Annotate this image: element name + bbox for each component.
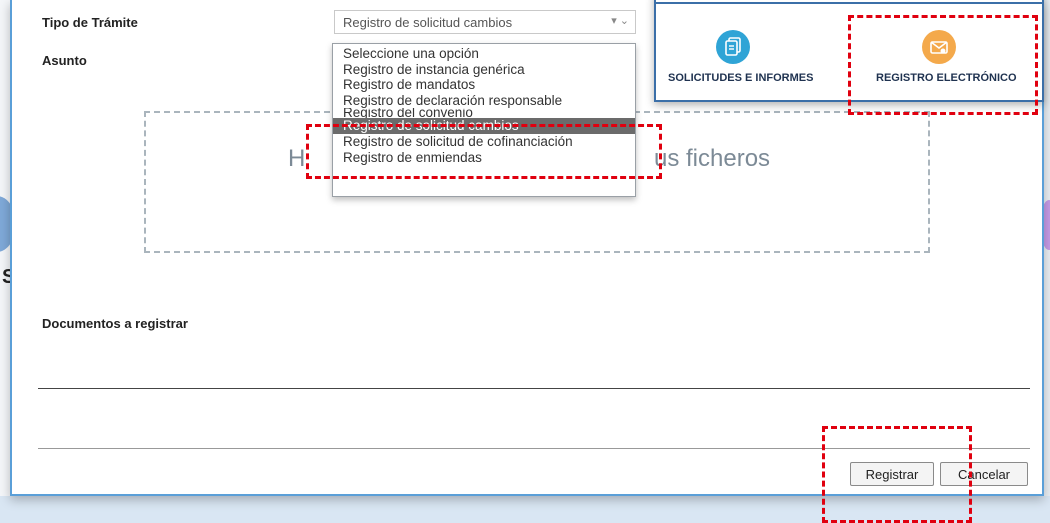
dropzone-text-start: H xyxy=(288,145,306,172)
dropdown-option[interactable]: Registro de declaración responsable xyxy=(333,93,635,109)
documents-icon[interactable] xyxy=(716,30,750,64)
documentos-label: Documentos a registrar xyxy=(42,316,188,331)
dropdown-option[interactable]: Registro del convenio xyxy=(333,108,635,118)
dropdown-option[interactable]: Seleccione una opción xyxy=(333,46,635,62)
tipo-tramite-label: Tipo de Trámite xyxy=(42,15,138,30)
dropdown-option[interactable]: Registro de mandatos xyxy=(333,77,635,93)
panel-divider xyxy=(656,0,1042,4)
annotation-highlight-registrar xyxy=(822,426,972,523)
tipo-tramite-select[interactable]: Registro de solicitud cambios ▾ ⌄ xyxy=(334,10,636,34)
dropdown-option[interactable]: Registro de instancia genérica xyxy=(333,62,635,78)
annotation-highlight-registro xyxy=(848,15,1038,115)
select-value: Registro de solicitud cambios xyxy=(343,15,513,30)
annotation-highlight-option xyxy=(306,124,662,179)
dropzone-text-end: us ficheros xyxy=(654,145,771,172)
screenshot-stage: S Tipo de Trámite Asunto Registro de sol… xyxy=(0,0,1050,523)
asunto-label: Asunto xyxy=(42,53,87,68)
chevron-down-icon: ▾ ⌄ xyxy=(611,15,629,27)
solicitudes-informes-link[interactable]: SOLICITUDES E INFORMES xyxy=(668,72,813,84)
